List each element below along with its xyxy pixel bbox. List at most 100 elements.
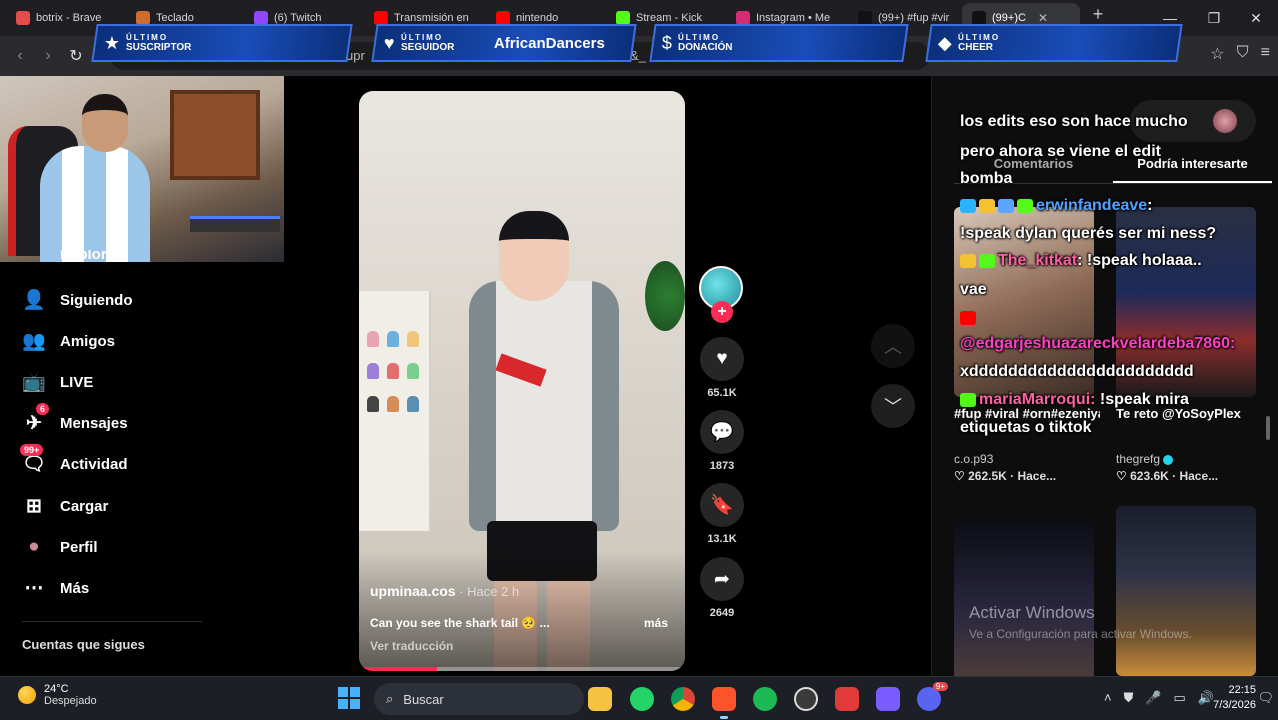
video-player[interactable]: upminaa.cos · Hace 2 h Can you see the s… — [359, 91, 685, 671]
share-count: 2649 — [709, 607, 735, 619]
file-explorer-icon[interactable] — [588, 687, 612, 711]
forward-button[interactable]: › — [34, 47, 62, 65]
reload-button[interactable]: ↻ — [62, 46, 90, 66]
tab-label: (99+)C — [992, 12, 1026, 24]
apps-grid-icon[interactable] — [876, 687, 900, 711]
back-button[interactable]: ‹ — [6, 47, 34, 65]
bookmark-icon[interactable]: 🔖 — [700, 483, 744, 527]
obs-icon[interactable] — [794, 687, 818, 711]
tab-favicon-icon — [616, 11, 630, 25]
tab-favicon-icon — [254, 11, 268, 25]
system-tray: ˄ ⛊ 🎤 ▭ 🔊 — [1104, 690, 1214, 706]
heart-icon[interactable]: ♥ — [700, 337, 744, 381]
brave-icon[interactable] — [712, 687, 736, 719]
card-stats: ♡ 623.6K · Hace... — [1116, 469, 1219, 483]
weather-temp: 24°C — [44, 683, 69, 695]
user-avatar[interactable] — [1213, 109, 1237, 133]
card-user[interactable]: c.o.p93 — [954, 452, 993, 466]
notification-icon[interactable]: 🗨 — [1257, 690, 1274, 706]
nav-explore-partial[interactable]: Explorar — [22, 250, 121, 264]
crown-icon — [960, 253, 976, 268]
maximize-button[interactable]: ❐ — [1192, 0, 1236, 36]
card-user-name[interactable]: thegrefg — [1116, 452, 1160, 466]
video-card[interactable] — [1116, 506, 1256, 676]
bookmark-star-icon[interactable]: ☆ — [1210, 44, 1224, 64]
defender-icon[interactable]: ⛊ — [1124, 690, 1134, 706]
sidebar-item-label: Más — [60, 579, 90, 597]
live-icon: 📺 — [22, 372, 46, 393]
video-time: · Hace 2 h — [455, 584, 520, 599]
panel-scrollbar[interactable] — [1266, 416, 1270, 440]
whatsapp-icon[interactable] — [630, 687, 654, 711]
menu-icon[interactable]: ≡ — [1261, 44, 1270, 64]
overlay-label-small: ÚLTIMO — [957, 33, 1000, 42]
kick-icon — [1017, 198, 1033, 213]
chat-message: vae — [960, 281, 987, 298]
sidebar-item[interactable]: 👤 Siguiendo — [22, 288, 132, 312]
spotify-icon[interactable] — [753, 687, 777, 711]
video-card[interactable] — [954, 520, 1094, 676]
windows-start-icon[interactable] — [338, 687, 360, 709]
clock-date: 7/3/2026 — [1213, 699, 1256, 711]
translate-link[interactable]: Ver traducción — [370, 639, 453, 653]
chat-user-line: mariaMarroqui: !speak mira — [960, 388, 1189, 411]
overlay-label-big: CHEER — [957, 42, 993, 53]
follow-plus-icon[interactable]: + — [711, 301, 733, 323]
share-action[interactable]: ➦ 2649 — [700, 557, 744, 619]
close-tab-icon[interactable]: ✕ — [1038, 11, 1048, 25]
discord-icon[interactable]: 9+ — [917, 682, 948, 711]
close-window-button[interactable]: ✕ — [1234, 0, 1278, 36]
sidebar-item-label: Mensajes — [60, 414, 128, 432]
clock[interactable]: 22:15 7/3/2026 — [1213, 683, 1256, 713]
taskbar-search[interactable]: ⌕ Buscar — [374, 683, 584, 715]
nav-divider — [22, 621, 202, 622]
video-figurine — [387, 331, 399, 347]
comment-action[interactable]: 💬 1873 — [700, 410, 744, 472]
toolbar-right: ☆ ⛉ ≡ — [1210, 44, 1270, 64]
save-count: 13.1K — [707, 533, 737, 545]
volume-icon[interactable]: 🔊 — [1198, 690, 1214, 706]
sidebar-item[interactable]: 👥 Amigos — [22, 329, 115, 353]
video-hoodie — [469, 281, 619, 531]
card-user[interactable]: thegrefg — [1116, 452, 1174, 466]
tab-label: (6) Twitch — [274, 12, 322, 24]
more-link[interactable]: más — [644, 616, 668, 630]
chevron-up-icon[interactable]: ︿ — [871, 324, 915, 368]
weather-widget[interactable]: 24°C Despejado — [18, 683, 97, 707]
kick-icon — [979, 253, 995, 268]
tab-favicon-icon — [136, 11, 150, 25]
chat-username: @edgarjeshuazareckvelardeba7860: — [960, 335, 1236, 352]
sidebar-item[interactable]: ● Perfil — [22, 535, 97, 559]
network-icon[interactable]: ▭ — [1174, 690, 1186, 706]
author-name[interactable]: upminaa.cos — [370, 583, 456, 599]
sidebar-item[interactable]: 🗨 99+ Actividad — [20, 444, 128, 476]
video-head — [499, 211, 569, 301]
chat-message: !speak mira — [1095, 391, 1189, 408]
chevron-up-icon[interactable]: ˄ — [1104, 690, 1112, 706]
overlay-label-big: SUSCRIPTOR — [126, 42, 192, 53]
brave-shield-icon[interactable]: ⛉ — [1237, 44, 1249, 64]
sidebar-item[interactable]: 📺 LIVE — [22, 370, 93, 394]
webcam-window — [170, 90, 260, 180]
new-tab-button[interactable]: + — [1084, 4, 1112, 25]
like-action[interactable]: ♥ 65.1K — [700, 337, 744, 399]
video-author[interactable]: upminaa.cos · Hace 2 h — [370, 583, 519, 599]
comment-count: 1873 — [709, 460, 735, 472]
overlay-label-small: ÚLTIMO — [400, 33, 443, 42]
chevron-down-icon[interactable]: ﹀ — [871, 384, 915, 428]
share-icon[interactable]: ➦ — [700, 557, 744, 601]
chat-username: mariaMarroqui: — [979, 391, 1096, 408]
comment-icon[interactable]: 💬 — [700, 410, 744, 454]
heart-icon: ♥ — [384, 32, 395, 53]
microphone-icon[interactable]: 🎤 — [1145, 690, 1161, 706]
chat-message: !speak holaaa.. — [1082, 252, 1202, 269]
sidebar-item[interactable]: ✈ 6 Mensajes — [22, 403, 128, 435]
sidebar-item[interactable]: ⋯ Más — [22, 576, 90, 600]
creative-cloud-icon[interactable] — [835, 687, 859, 711]
nav-badge: 6 — [36, 403, 50, 415]
chrome-icon[interactable] — [671, 687, 695, 711]
save-action[interactable]: 🔖 13.1K — [700, 483, 744, 545]
sidebar-item[interactable]: ⊞ Cargar — [22, 494, 108, 518]
video-progress-bar[interactable] — [359, 667, 685, 671]
video-figurine — [367, 363, 379, 379]
